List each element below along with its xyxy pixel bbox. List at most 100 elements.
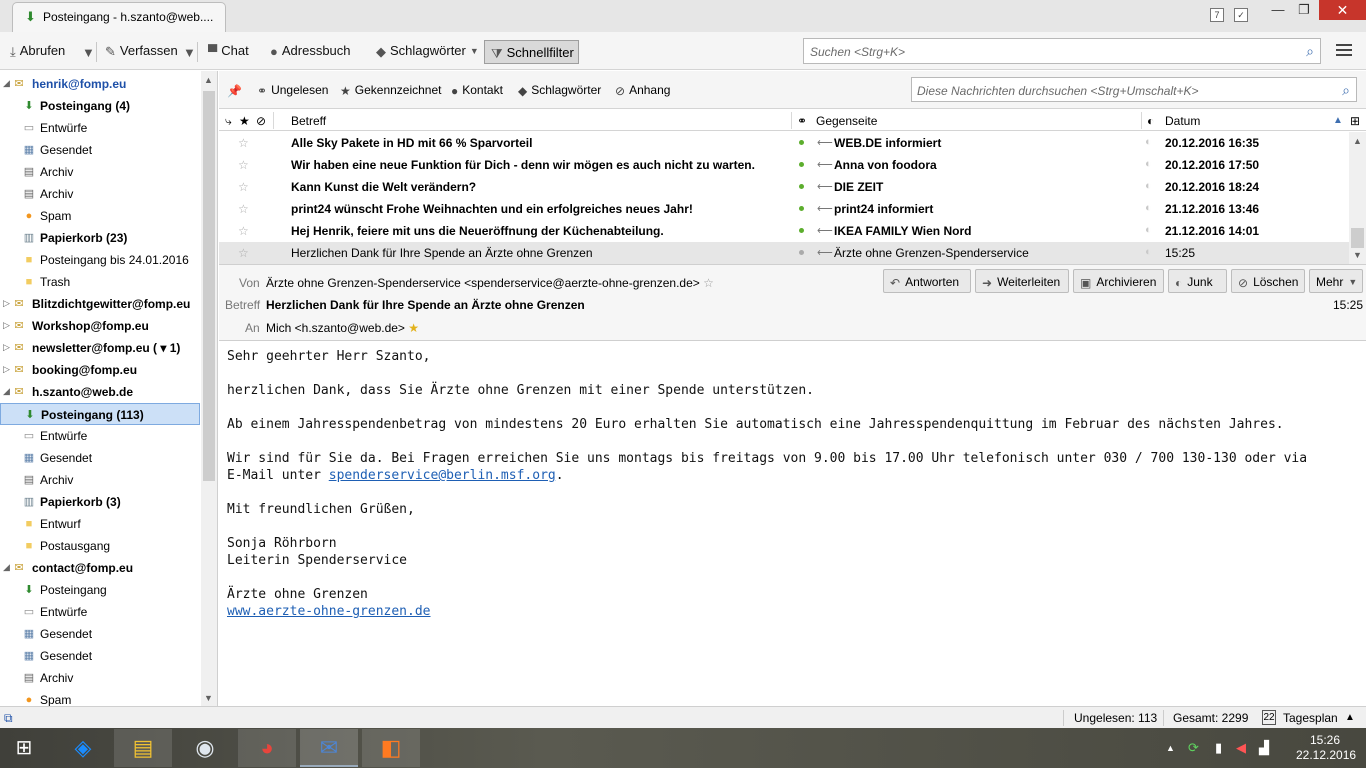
junk-column-icon[interactable]: ◐ [1147,114,1154,128]
recipient-address[interactable]: Mich <h.szanto@web.de> [266,321,405,335]
sync-icon[interactable]: ⟳ [1188,740,1199,756]
archivieren-button[interactable]: ▣ Archivieren [1073,269,1164,293]
star-icon[interactable]: ☆ [238,224,249,238]
read-status-dot[interactable] [799,184,804,189]
folder-item[interactable]: ● Spam [0,689,200,706]
read-status-dot[interactable] [799,206,804,211]
message-row[interactable]: ☆ Kann Kunst die Welt verändern? ⟵ DIE ZEIT… [219,176,1349,198]
taskbar-clock[interactable]: 15:26 22.12.2016 [1296,733,1356,763]
account-item[interactable]: ◢ ✉ h.szanto@web.de [0,381,200,403]
filter-schlagwoerter[interactable]: ◆ Schlagwörter [518,83,601,97]
account-item[interactable]: ▷ ✉ booking@fomp.eu [0,359,200,381]
message-row[interactable]: ☆ Alle Sky Pakete in HD mit 66 % Sparvort… [219,132,1349,154]
sender-address[interactable]: Ärzte ohne Grenzen-Spenderservice <spend… [266,276,700,290]
hamburger-menu-icon[interactable] [1336,44,1352,58]
battery-icon[interactable]: ▮ [1215,740,1222,756]
message-list-scrollbar-thumb[interactable] [1351,228,1364,248]
weiterleiten-button[interactable]: ➜ Weiterleiten [975,269,1069,293]
folder-item[interactable]: ▦ Gesendet [0,139,200,161]
foxit-pdf-icon[interactable]: ◧ [362,729,420,767]
message-list-scrollbar[interactable]: ▲ ▼ [1349,132,1366,264]
scroll-up-icon[interactable]: ▲ [1353,136,1362,146]
folder-item[interactable]: ■ Trash [0,271,200,293]
pin-filter-button[interactable]: 📌 [227,83,246,97]
folder-item[interactable]: ▤ Archiv [0,667,200,689]
expand-open-icon[interactable]: ◢ [3,386,10,397]
calendar-icon[interactable]: 7 [1210,8,1224,22]
junk-status-icon[interactable]: ◐ [1145,180,1152,192]
search-icon[interactable]: ⌕ [1306,43,1314,60]
chevron-up-icon[interactable]: ▲ [1345,712,1355,723]
message-row[interactable]: ☆ Herzlichen Dank für Ihre Spende an Ärzt… [219,242,1349,264]
folder-item[interactable]: ▥ Papierkorb (23) [0,227,200,249]
loeschen-button[interactable]: ⊘ Löschen [1231,269,1305,293]
chrome-icon[interactable]: ◕ [238,729,296,767]
filter-gekennzeichnet[interactable]: ★ Gekennzeichnet [340,83,442,97]
scroll-up-icon[interactable]: ▲ [204,75,213,85]
column-gegenseite[interactable]: Gegenseite [816,114,877,128]
starred-column-icon[interactable]: ★ [239,114,250,128]
account-item[interactable]: ▷ ✉ Blitzdichtgewitter@fomp.eu [0,293,200,315]
expand-open-icon[interactable]: ◢ [3,78,10,89]
junk-status-icon[interactable]: ◐ [1145,136,1152,148]
read-status-column-icon[interactable]: ⚭ [797,114,807,128]
star-icon[interactable]: ☆ [238,202,249,216]
task-icon[interactable]: ✓ [1234,8,1248,22]
steam-icon[interactable]: ◉ [176,729,234,767]
expand-open-icon[interactable]: ◢ [3,562,10,573]
close-icon[interactable]: ✕ [1319,0,1366,20]
expand-closed-icon[interactable]: ▷ [3,320,10,331]
message-search-input[interactable]: Diese Nachrichten durchsuchen <Strg+Umsc… [911,77,1357,102]
folder-item[interactable]: ▥ Papierkorb (3) [0,491,200,513]
antworten-button[interactable]: ↶ Antworten [883,269,971,293]
folder-item[interactable]: ■ Postausgang [0,535,200,557]
filter-ungelesen[interactable]: ⚭ Ungelesen [257,83,328,97]
read-status-dot[interactable] [799,250,804,255]
search-icon[interactable]: ⌕ [1342,82,1350,99]
star-icon[interactable]: ☆ [238,246,249,260]
star-icon[interactable]: ☆ [703,276,714,290]
filter-anhang[interactable]: ⊘ Anhang [615,83,670,97]
message-row[interactable]: ☆ print24 wünscht Frohe Weihnachten und e… [219,198,1349,220]
read-status-dot[interactable] [799,140,804,145]
folder-item[interactable]: ⬇ Posteingang (113) [0,403,200,425]
folder-item[interactable]: ▤ Archiv [0,183,200,205]
filter-kontakt[interactable]: ● Kontakt [451,83,503,97]
expand-closed-icon[interactable]: ▷ [3,298,10,309]
website-link[interactable]: www.aerzte-ohne-grenzen.de [227,604,431,619]
attachment-column-icon[interactable]: ⊘ [256,114,266,128]
column-betreff[interactable]: Betreff [291,114,326,128]
volume-muted-icon[interactable]: ◀ [1236,740,1246,756]
folder-item[interactable]: ▭ Entwürfe [0,425,200,447]
folder-item[interactable]: ● Spam [0,205,200,227]
folder-item[interactable]: ▦ Gesendet [0,447,200,469]
verfassen-button[interactable]: ✎ Verfassen [105,43,178,61]
tagesplan-toggle[interactable]: Tagesplan [1283,711,1338,725]
adressbuch-button[interactable]: ● Adressbuch [270,43,351,61]
mehr-button[interactable]: Mehr ▼ [1309,269,1363,293]
column-picker-icon[interactable]: ⊞ [1350,114,1360,128]
account-item[interactable]: ▷ ✉ Workshop@fomp.eu [0,315,200,337]
folder-scrollbar[interactable]: ▲ ▼ [201,71,217,706]
email-link[interactable]: spenderservice@berlin.msf.org [329,468,556,483]
junk-status-icon[interactable]: ◐ [1145,158,1152,170]
read-status-dot[interactable] [799,162,804,167]
star-icon[interactable]: ★ [408,321,419,335]
folder-item[interactable]: ⬇ Posteingang [0,579,200,601]
star-icon[interactable]: ☆ [238,136,249,150]
scroll-down-icon[interactable]: ▼ [204,693,213,703]
tab-posteingang[interactable]: ⬇ Posteingang - h.szanto@web.... [12,2,226,32]
read-status-dot[interactable] [799,228,804,233]
junk-status-icon[interactable]: ◐ [1145,224,1152,236]
folder-item[interactable]: ▭ Entwürfe [0,601,200,623]
restore-icon[interactable]: ❐ [1292,0,1316,20]
global-search-input[interactable]: Suchen <Strg+K> ⌕ [803,38,1321,64]
folder-item[interactable]: ▤ Archiv [0,161,200,183]
folder-item[interactable]: ▤ Archiv [0,469,200,491]
folder-item[interactable]: ▭ Entwürfe [0,117,200,139]
abrufen-button[interactable]: ⤓ Abrufen [10,43,65,61]
dropbox-icon[interactable]: ◈ [54,729,112,767]
chat-button[interactable]: ▀ Chat [208,43,249,61]
account-item[interactable]: ◢ ✉ contact@fomp.eu [0,557,200,579]
star-icon[interactable]: ☆ [238,180,249,194]
